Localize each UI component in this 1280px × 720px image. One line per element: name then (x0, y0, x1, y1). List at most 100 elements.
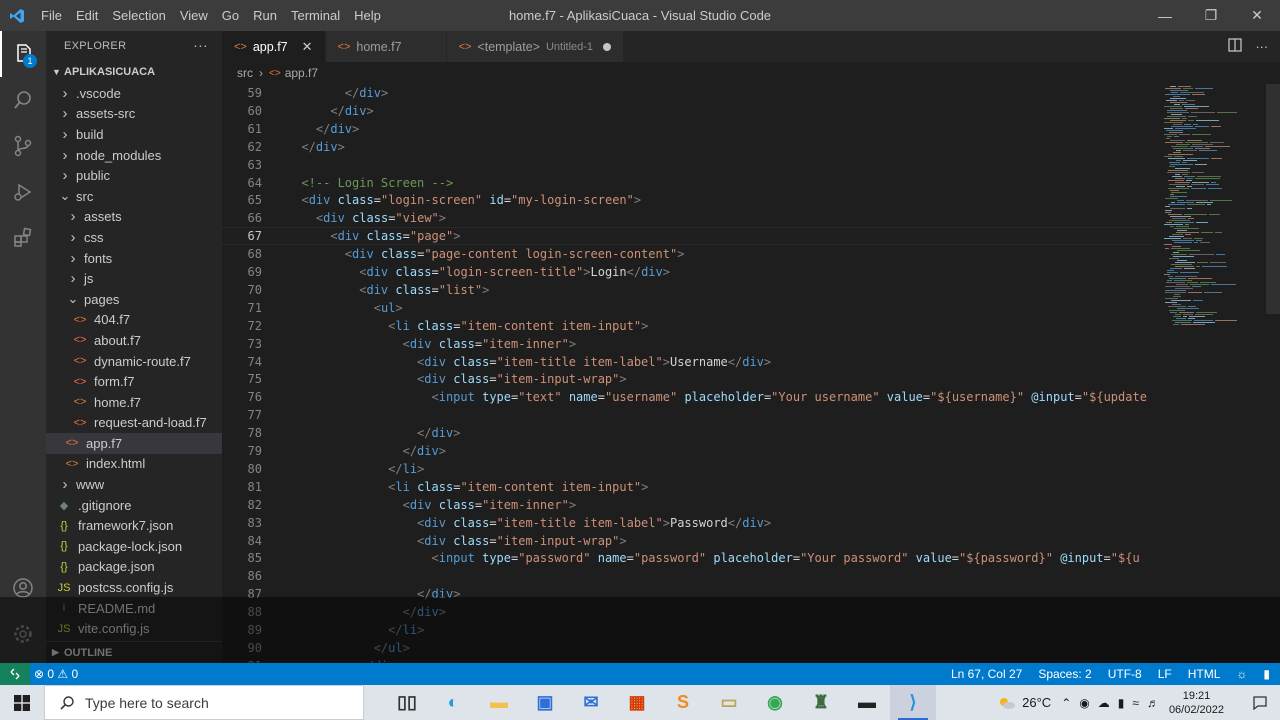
code-line[interactable]: 66 <div class="view"> (222, 209, 1152, 227)
store-icon[interactable]: ▣ (522, 685, 568, 720)
vscode-icon[interactable]: ⟩ (890, 685, 936, 720)
indentation[interactable]: Spaces: 2 (1038, 667, 1091, 681)
settings-gear-icon[interactable] (0, 611, 46, 657)
tree-file[interactable]: i README.md (46, 598, 222, 619)
explorer-icon[interactable]: 1 (0, 31, 46, 77)
menu-edit[interactable]: Edit (69, 8, 105, 23)
code-line[interactable]: 59 </div> (222, 84, 1152, 102)
terminal-icon[interactable]: ▬ (844, 685, 890, 720)
tree-folder[interactable]: › public (46, 165, 222, 186)
tree-file[interactable]: <> dynamic-route.f7 (46, 351, 222, 372)
source-control-icon[interactable] (0, 123, 46, 169)
code-line[interactable]: 90 </ul> (222, 639, 1152, 657)
tab-untitled[interactable]: <> <template> Untitled-1 (446, 31, 625, 62)
code-line[interactable]: 77 (222, 406, 1152, 424)
file-explorer-icon[interactable]: ▬ (476, 685, 522, 720)
code-line[interactable]: 62 </div> (222, 138, 1152, 156)
menu-terminal[interactable]: Terminal (284, 8, 347, 23)
tree-folder[interactable]: › fonts (46, 248, 222, 269)
tab-home-f7[interactable]: <> home.f7 (325, 31, 447, 62)
edge-icon[interactable]: ◐ (430, 685, 476, 720)
code-line[interactable]: 78 </div> (222, 424, 1152, 442)
tree-folder[interactable]: › assets (46, 207, 222, 228)
code-line[interactable]: 88 </div> (222, 603, 1152, 621)
breadcrumb-file[interactable]: app.f7 (285, 66, 318, 80)
tree-file[interactable]: <> form.f7 (46, 371, 222, 392)
tree-folder[interactable]: › assets-src (46, 104, 222, 125)
code-line[interactable]: 80 </li> (222, 460, 1152, 478)
tree-folder[interactable]: › www (46, 474, 222, 495)
code-line[interactable]: 61 </div> (222, 120, 1152, 138)
language-mode[interactable]: HTML (1188, 667, 1221, 681)
tree-folder[interactable]: › js (46, 268, 222, 289)
clock[interactable]: 19:21 06/02/2022 (1169, 689, 1224, 717)
tree-folder[interactable]: ⌄ pages (46, 289, 222, 310)
notifications-bell-icon[interactable]: ▮ (1263, 667, 1270, 681)
scrollbar-thumb[interactable] (1266, 84, 1280, 314)
search-icon[interactable] (0, 77, 46, 123)
sublime-text-icon[interactable]: S (660, 685, 706, 720)
tree-file[interactable]: ◆ .gitignore (46, 495, 222, 516)
code-line[interactable]: 71 <ul> (222, 299, 1152, 317)
code-line[interactable]: 74 <div class="item-title item-label">Us… (222, 353, 1152, 371)
problems-count[interactable]: ⊗ 0 ⚠ 0 (34, 667, 78, 681)
code-line[interactable]: 68 <div class="page-content login-screen… (222, 245, 1152, 263)
tree-folder[interactable]: › .vscode (46, 83, 222, 104)
code-line[interactable]: 86 (222, 567, 1152, 585)
tree-folder[interactable]: ⌄ src (46, 186, 222, 207)
tree-file[interactable]: {} framework7.json (46, 515, 222, 536)
cloud-icon[interactable]: ☁ (1098, 696, 1110, 710)
close-tab-icon[interactable]: ✕ (302, 39, 313, 55)
show-hidden-icons-icon[interactable]: ⌃ (1061, 696, 1071, 710)
code-line[interactable]: 81 <li class="item-content item-input"> (222, 478, 1152, 496)
code-line[interactable]: 65 <div class="login-screen" id="my-logi… (222, 191, 1152, 209)
accounts-icon[interactable] (0, 565, 46, 611)
menu-go[interactable]: Go (215, 8, 246, 23)
encoding[interactable]: UTF-8 (1108, 667, 1142, 681)
tree-file[interactable]: <> index.html (46, 454, 222, 475)
minimize-icon[interactable]: — (1142, 0, 1188, 31)
more-actions-icon[interactable]: ··· (193, 37, 208, 53)
folder-icon[interactable]: ▭ (706, 685, 752, 720)
menu-help[interactable]: Help (347, 8, 388, 23)
code-editor[interactable]: 59 </div> 60 </div> 61 </div> 62 </div> 63 64… (222, 84, 1280, 663)
code-line[interactable]: 82 <div class="item-inner"> (222, 496, 1152, 514)
minimap[interactable] (1162, 84, 1266, 334)
code-line[interactable]: 72 <li class="item-content item-input"> (222, 317, 1152, 335)
close-icon[interactable]: ✕ (1234, 0, 1280, 31)
code-line[interactable]: 63 (222, 156, 1152, 174)
restore-icon[interactable]: ❐ (1188, 0, 1234, 31)
breadcrumb-folder[interactable]: src (237, 66, 253, 80)
tree-file[interactable]: JS postcss.config.js (46, 577, 222, 598)
end-of-line[interactable]: LF (1158, 667, 1172, 681)
menu-view[interactable]: View (173, 8, 215, 23)
remote-indicator-icon[interactable] (0, 663, 30, 685)
code-line[interactable]: 85 <input type="password" name="password… (222, 549, 1152, 567)
tree-file[interactable]: <> about.f7 (46, 330, 222, 351)
windows-start-icon[interactable] (0, 694, 44, 711)
tree-folder[interactable]: › css (46, 227, 222, 248)
tree-file[interactable]: JS vite.config.js (46, 618, 222, 639)
tree-file[interactable]: {} package.json (46, 557, 222, 578)
code-line[interactable]: 67 <div class="page"> (222, 227, 1152, 246)
run-debug-icon[interactable] (0, 169, 46, 215)
antivirus-icon[interactable]: ◉ (1079, 696, 1089, 710)
code-line[interactable]: 70 <div class="list"> (222, 281, 1152, 299)
code-line[interactable]: 84 <div class="item-input-wrap"> (222, 532, 1152, 550)
tree-file[interactable]: <> request-and-load.f7 (46, 413, 222, 434)
notification-center-icon[interactable] (1240, 695, 1280, 711)
menu-file[interactable]: File (34, 8, 69, 23)
code-line[interactable]: 73 <div class="item-inner"> (222, 335, 1152, 353)
mail-icon[interactable]: ✉ (568, 685, 614, 720)
code-line[interactable]: 69 <div class="login-screen-title">Login… (222, 263, 1152, 281)
app-icon[interactable]: ♜ (798, 685, 844, 720)
code-line[interactable]: 89 </li> (222, 621, 1152, 639)
vertical-scrollbar[interactable] (1266, 84, 1280, 663)
feedback-icon[interactable]: ☼ (1236, 667, 1247, 681)
split-editor-icon[interactable] (1227, 38, 1242, 55)
menu-selection[interactable]: Selection (105, 8, 172, 23)
code-line[interactable]: 79 </div> (222, 442, 1152, 460)
tree-folder[interactable]: › build (46, 124, 222, 145)
code-line[interactable]: 87 </div> (222, 585, 1152, 603)
tree-folder[interactable]: › node_modules (46, 145, 222, 166)
